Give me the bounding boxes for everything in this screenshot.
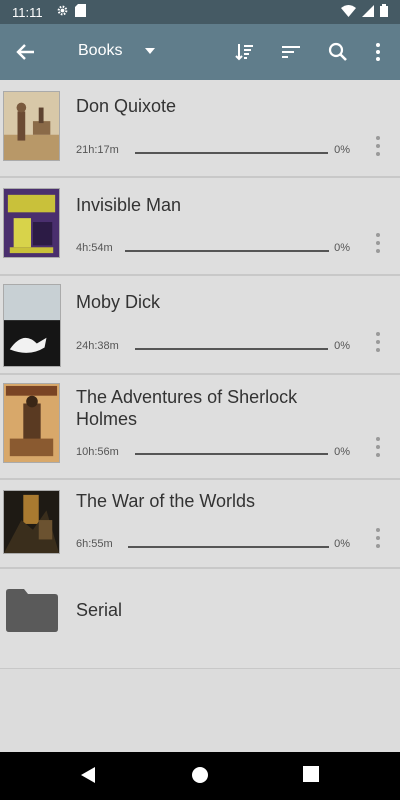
progress-percent: 0% xyxy=(334,242,350,254)
sd-card-icon xyxy=(75,4,86,17)
battery-icon xyxy=(380,4,388,17)
system-nav-bar xyxy=(0,752,400,800)
folder-row-serial[interactable]: Serial xyxy=(0,569,400,669)
progress-bar xyxy=(125,250,329,252)
home-circle-icon[interactable] xyxy=(191,766,209,784)
more-vert-icon[interactable] xyxy=(374,437,382,457)
folder-icon xyxy=(6,589,58,632)
book-duration: 10h:56m xyxy=(76,446,119,458)
progress-bar xyxy=(135,453,328,455)
book-cover-image xyxy=(3,188,60,258)
book-duration: 6h:55m xyxy=(76,538,113,550)
book-row-moby-dick[interactable]: Moby Dick 24h:38m 0% xyxy=(0,276,400,375)
more-vert-icon[interactable] xyxy=(374,233,382,253)
status-time: 11:11 xyxy=(12,5,43,20)
book-title: The War of the Worlds xyxy=(76,491,256,511)
status-bar: 11:11 xyxy=(0,0,400,24)
back-triangle-icon[interactable] xyxy=(80,766,96,784)
book-row-don-quixote[interactable]: Don Quixote 21h:17m 0% xyxy=(0,80,400,178)
progress-bar xyxy=(135,348,328,350)
progress-percent: 0% xyxy=(334,538,350,550)
book-list: Don Quixote 21h:17m 0% Invisible Man 4h:… xyxy=(0,80,400,669)
search-icon[interactable] xyxy=(326,40,350,64)
book-duration: 24h:38m xyxy=(76,340,119,352)
book-title: Don Quixote xyxy=(76,96,177,116)
book-cover-image xyxy=(3,383,60,463)
folder-name: Serial xyxy=(76,600,123,620)
progress-percent: 0% xyxy=(334,144,350,156)
sort-order-icon[interactable] xyxy=(232,40,256,64)
more-vert-icon[interactable] xyxy=(374,528,382,548)
more-vert-icon[interactable] xyxy=(366,40,390,64)
more-vert-icon[interactable] xyxy=(374,332,382,352)
progress-percent: 0% xyxy=(334,340,350,352)
book-duration: 4h:54m xyxy=(76,242,113,254)
settings-gear-icon xyxy=(57,5,68,16)
book-title: The Adventures of Sherlock Holmes xyxy=(76,387,298,429)
book-cover-image xyxy=(3,91,60,161)
book-duration: 21h:17m xyxy=(76,144,119,156)
toolbar-title[interactable]: Books xyxy=(78,42,122,60)
book-row-sherlock-holmes[interactable]: The Adventures of Sherlock Holmes 10h:56… xyxy=(0,375,400,480)
recents-square-icon[interactable] xyxy=(303,766,319,782)
book-title: Invisible Man xyxy=(76,195,182,215)
book-title: Moby Dick xyxy=(76,292,161,312)
back-arrow-icon[interactable] xyxy=(14,40,38,64)
app-toolbar: Books xyxy=(0,24,400,80)
book-cover-image xyxy=(3,490,60,554)
signal-icon xyxy=(362,4,374,17)
book-row-invisible-man[interactable]: Invisible Man 4h:54m 0% xyxy=(0,178,400,276)
wifi-icon xyxy=(341,4,356,17)
progress-bar xyxy=(135,152,328,154)
dropdown-arrow-icon[interactable] xyxy=(145,48,155,54)
progress-percent: 0% xyxy=(334,446,350,458)
filter-icon[interactable] xyxy=(279,40,303,64)
more-vert-icon[interactable] xyxy=(374,136,382,156)
book-row-war-of-the-worlds[interactable]: The War of the Worlds 6h:55m 0% xyxy=(0,480,400,569)
progress-bar xyxy=(128,546,329,548)
book-cover-image xyxy=(3,284,61,367)
